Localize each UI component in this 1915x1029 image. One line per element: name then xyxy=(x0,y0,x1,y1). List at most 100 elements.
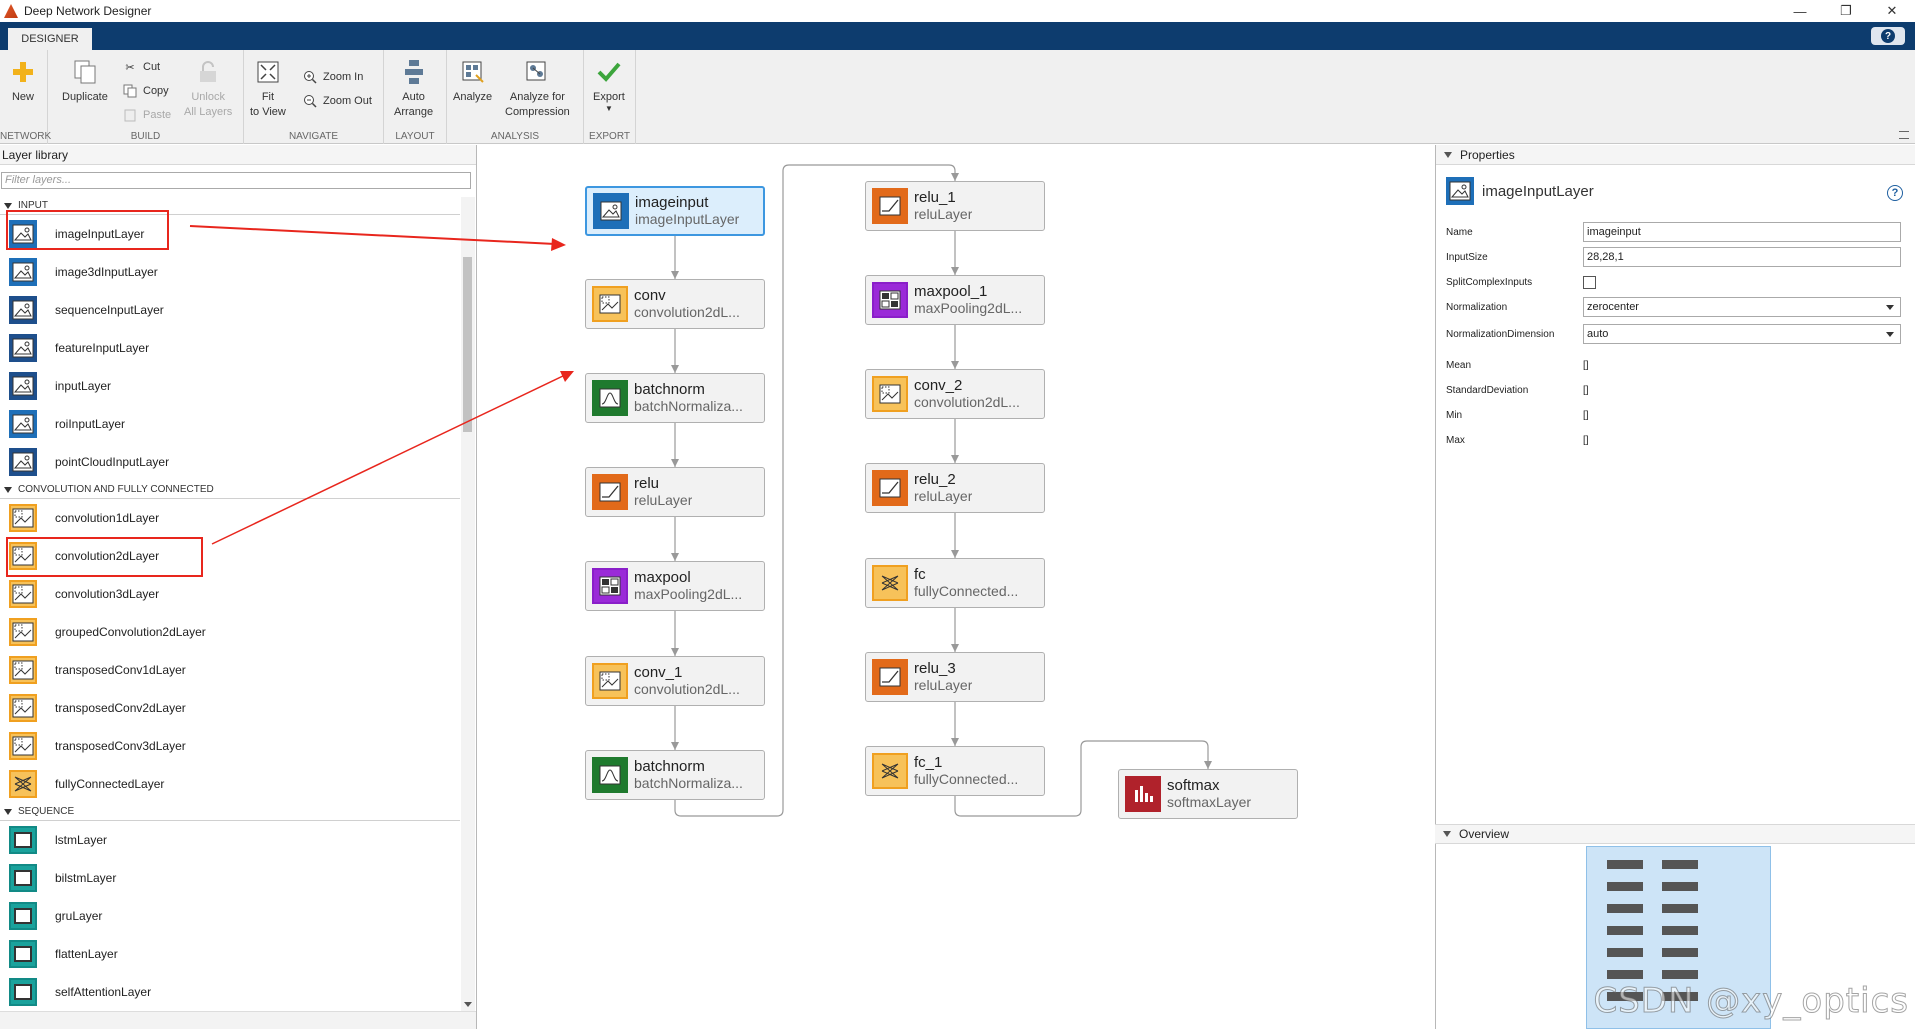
connection-arrowhead xyxy=(671,271,679,279)
cut-button[interactable]: ✂ Cut xyxy=(122,58,160,76)
library-item-transposedconv1dlayer[interactable]: transposedConv1dLayer xyxy=(0,651,460,689)
sequenceinputlayer-icon xyxy=(9,296,37,324)
library-item-transposedconv3dlayer[interactable]: transposedConv3dLayer xyxy=(0,727,460,765)
imageinputlayer-icon xyxy=(9,220,37,248)
analyze-button[interactable]: Analyze xyxy=(453,58,492,105)
maximize-button[interactable]: ❐ xyxy=(1823,0,1869,22)
properties-header[interactable]: Properties xyxy=(1436,145,1915,165)
layer-node-fc[interactable]: fc fullyConnected... xyxy=(865,558,1045,608)
plus-icon xyxy=(9,58,37,86)
input-size-field[interactable]: 28,28,1 xyxy=(1583,247,1901,267)
library-item-roiinputlayer[interactable]: roiInputLayer xyxy=(0,405,460,443)
layer-node-softmax[interactable]: softmax softmaxLayer xyxy=(1118,769,1298,819)
network-canvas[interactable]: imageinput imageInputLayer conv convolution… xyxy=(477,145,1435,1029)
copy-button[interactable]: Copy xyxy=(122,82,169,100)
library-item-lstmlayer[interactable]: lstmLayer xyxy=(0,821,460,859)
mean-value[interactable]: [] xyxy=(1583,360,1589,371)
node-type: batchNormaliza... xyxy=(634,775,743,791)
overview-node xyxy=(1607,882,1643,891)
fullyconnectedlayer-icon xyxy=(9,770,37,798)
library-item-convolution3dlayer[interactable]: convolution3dLayer xyxy=(0,575,460,613)
paste-button[interactable]: Paste xyxy=(122,106,171,124)
layer-node-relu-2[interactable]: relu_2 reluLayer xyxy=(865,463,1045,513)
library-item-groupedconvolution2dlayer[interactable]: groupedConvolution2dLayer xyxy=(0,613,460,651)
layer-node-relu[interactable]: relu reluLayer xyxy=(585,467,765,517)
zoom-out-button[interactable]: Zoom Out xyxy=(302,92,372,110)
checkmark-icon xyxy=(595,58,623,86)
duplicate-button[interactable]: Duplicate xyxy=(62,58,108,105)
library-item-flattenlayer[interactable]: flattenLayer xyxy=(0,935,460,973)
scroll-down-icon[interactable] xyxy=(464,1002,472,1007)
close-button[interactable]: ✕ xyxy=(1869,0,1915,22)
name-field[interactable]: imageinput xyxy=(1583,222,1901,242)
node-type: convolution2dL... xyxy=(634,681,740,697)
library-item-inputlayer[interactable]: inputLayer xyxy=(0,367,460,405)
scrollbar-thumb[interactable] xyxy=(463,257,472,432)
layer-node-maxpool-1[interactable]: maxpool_1 maxPooling2dL... xyxy=(865,275,1045,325)
overview-node xyxy=(1662,970,1698,979)
layer-node-batchnorm[interactable]: batchnorm batchNormaliza... xyxy=(585,750,765,800)
min-value[interactable]: [] xyxy=(1583,410,1589,421)
normalization-select[interactable]: zerocenter xyxy=(1583,297,1901,317)
collapse-toolstrip-icon[interactable] xyxy=(1899,131,1909,139)
new-button[interactable]: New xyxy=(9,58,37,105)
layer-node-conv[interactable]: conv convolution2dL... xyxy=(585,279,765,329)
layer-node-conv-2[interactable]: conv_2 convolution2dL... xyxy=(865,369,1045,419)
layer-list-scrollbar[interactable] xyxy=(461,197,475,1011)
layer-node-conv-1[interactable]: conv_1 convolution2dL... xyxy=(585,656,765,706)
max-value[interactable]: [] xyxy=(1583,435,1589,446)
library-item-grulayer[interactable]: gruLayer xyxy=(0,897,460,935)
minimize-button[interactable]: — xyxy=(1777,0,1823,22)
deep-network-designer-window: Deep Network Designer — ❐ ✕ DESIGNER ? N… xyxy=(0,0,1915,1029)
filter-layers-input[interactable]: Filter layers... xyxy=(1,172,471,189)
property-inputsize-row: InputSize 28,28,1 xyxy=(1446,247,1906,267)
library-item-transposedconv2dlayer[interactable]: transposedConv2dLayer xyxy=(0,689,460,727)
property-name-row: Name imageinput xyxy=(1446,222,1906,242)
library-item-selfattentionlayer[interactable]: selfAttentionLayer xyxy=(0,973,460,1011)
property-normalization-row: Normalization zerocenter xyxy=(1446,297,1906,317)
overview-header[interactable]: Overview xyxy=(1435,824,1915,844)
node-type: convolution2dL... xyxy=(634,304,740,320)
collapse-icon xyxy=(1444,151,1452,158)
transposedconv2dlayer-icon xyxy=(9,694,37,722)
zoom-in-button[interactable]: Zoom In xyxy=(302,68,363,86)
layer-node-relu-3[interactable]: relu_3 reluLayer xyxy=(865,652,1045,702)
node-name: relu_2 xyxy=(914,471,956,488)
library-item-sequenceinputlayer[interactable]: sequenceInputLayer xyxy=(0,291,460,329)
auto-arrange-button[interactable]: Auto Arrange xyxy=(394,58,433,120)
library-item-fullyconnectedlayer[interactable]: fullyConnectedLayer xyxy=(0,765,460,803)
normalization-dimension-select[interactable]: auto xyxy=(1583,324,1901,344)
layer-node-relu-1[interactable]: relu_1 reluLayer xyxy=(865,181,1045,231)
library-item-pointcloudinputlayer[interactable]: pointCloudInputLayer xyxy=(0,443,460,481)
library-item-featureinputlayer[interactable]: featureInputLayer xyxy=(0,329,460,367)
library-item-imageinputlayer[interactable]: imageInputLayer xyxy=(0,215,460,253)
unlock-all-layers-button[interactable]: Unlock All Layers xyxy=(184,58,232,120)
analyze-for-compression-button[interactable]: Analyze for Compression xyxy=(505,58,570,120)
library-item-image3dinputlayer[interactable]: image3dInputLayer xyxy=(0,253,460,291)
overview-node xyxy=(1607,948,1643,957)
library-section-header[interactable]: SEQUENCE xyxy=(0,803,460,821)
help-button[interactable]: ? xyxy=(1871,27,1905,45)
connection-arrowhead xyxy=(671,553,679,561)
analysis-group: Analyze Analyze for Compression ANALYSIS xyxy=(447,50,584,144)
library-section-header[interactable]: INPUT xyxy=(0,197,460,215)
fit-to-view-button[interactable]: Fit to View xyxy=(250,58,286,120)
library-section-header[interactable]: CONVOLUTION AND FULLY CONNECTED xyxy=(0,481,460,499)
tab-designer[interactable]: DESIGNER xyxy=(8,28,92,50)
layer-node-imageinput[interactable]: imageinput imageInputLayer xyxy=(585,186,765,236)
horizontal-scrollbar[interactable] xyxy=(0,1011,476,1029)
properties-help-icon[interactable]: ? xyxy=(1887,185,1903,201)
roiinputlayer-icon xyxy=(9,410,37,438)
layer-node-maxpool[interactable]: maxpool maxPooling2dL... xyxy=(585,561,765,611)
library-item-convolution2dlayer[interactable]: convolution2dLayer xyxy=(0,537,460,575)
std-value[interactable]: [] xyxy=(1583,385,1589,396)
split-complex-checkbox[interactable] xyxy=(1583,275,1596,289)
library-item-bilstmlayer[interactable]: bilstmLayer xyxy=(0,859,460,897)
library-item-convolution1dlayer[interactable]: convolution1dLayer xyxy=(0,499,460,537)
matlab-logo-icon xyxy=(4,4,18,18)
softmax-layer-icon xyxy=(1125,776,1161,812)
layer-node-batchnorm[interactable]: batchnorm batchNormaliza... xyxy=(585,373,765,423)
node-type: batchNormaliza... xyxy=(634,398,743,414)
layer-node-fc-1[interactable]: fc_1 fullyConnected... xyxy=(865,746,1045,796)
export-button[interactable]: Export ▼ xyxy=(593,58,625,113)
